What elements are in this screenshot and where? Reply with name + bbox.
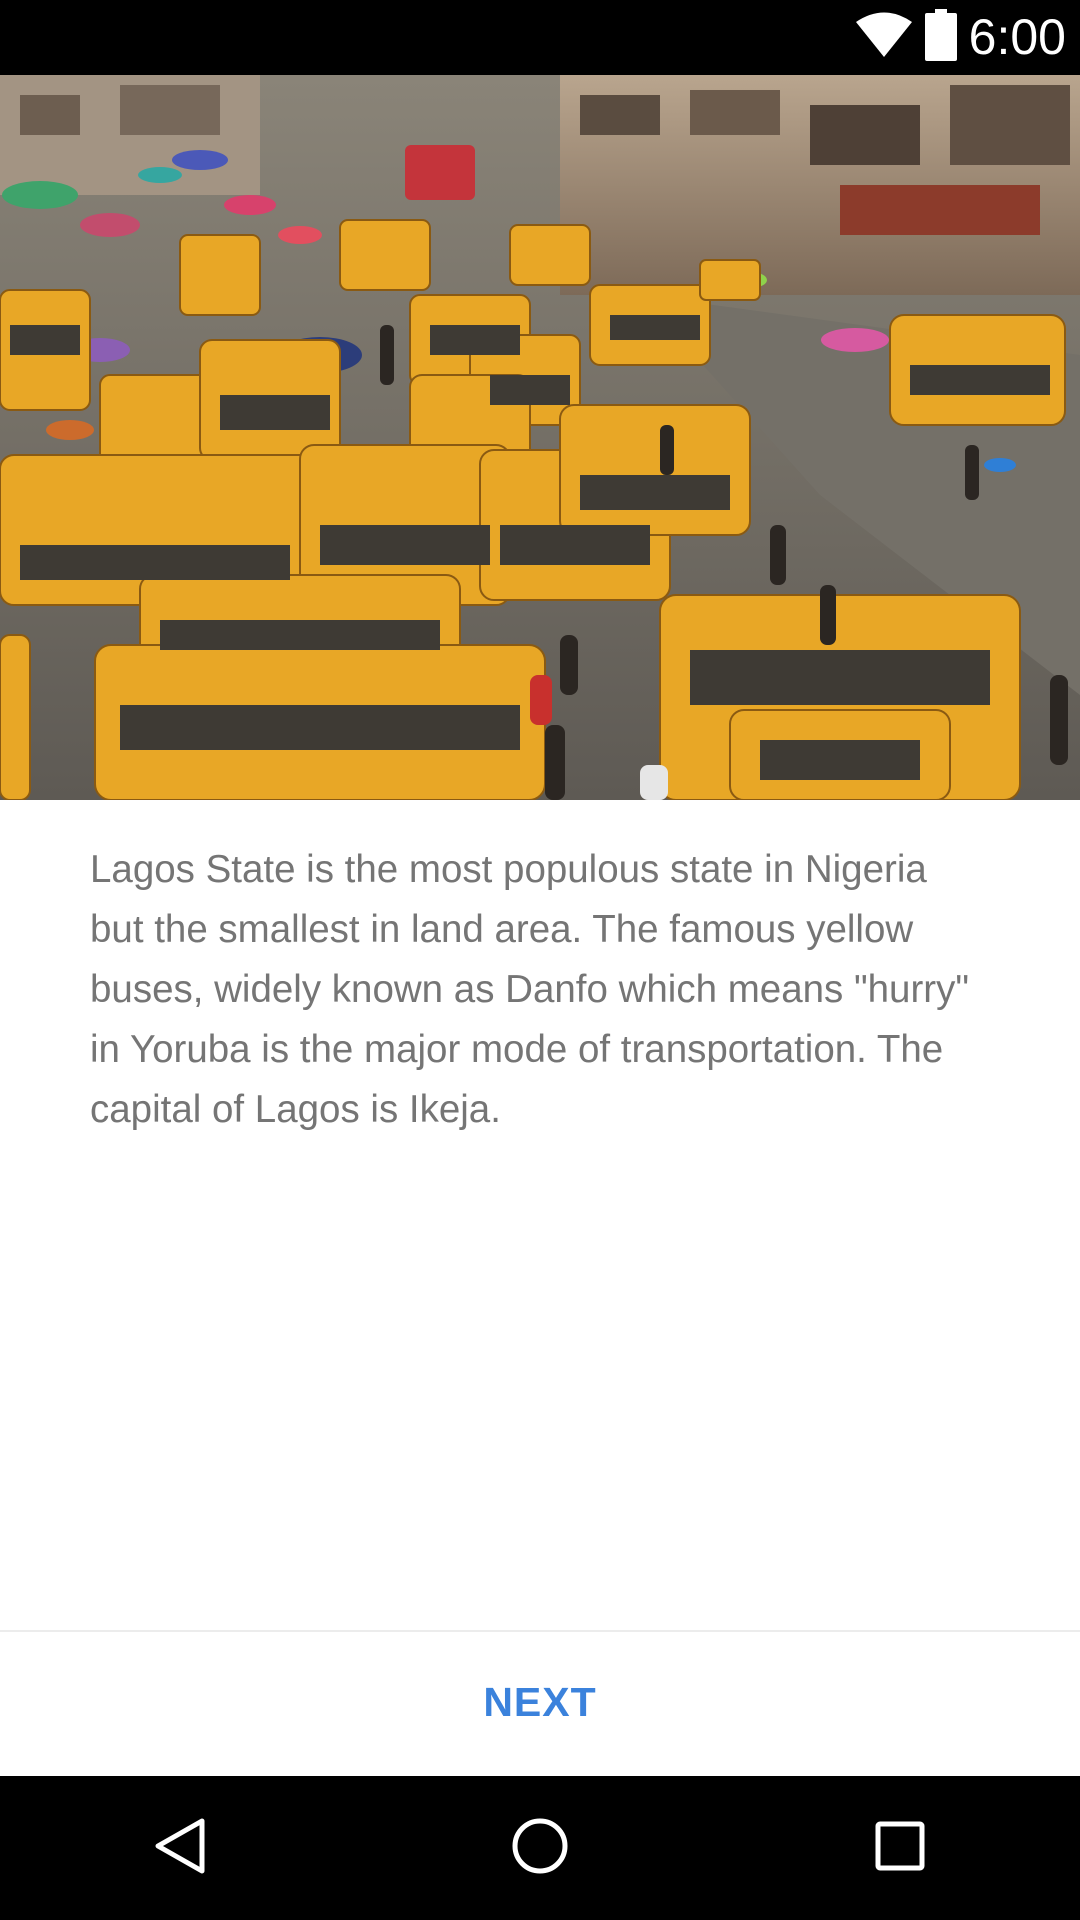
navigation-bar bbox=[0, 1776, 1080, 1920]
screen: 6:00 Lagos State is the most populous st… bbox=[0, 0, 1080, 1920]
lagos-bus-photo bbox=[0, 75, 1080, 800]
home-icon bbox=[510, 1816, 570, 1881]
next-button[interactable]: NEXT bbox=[390, 1650, 690, 1754]
home-button[interactable] bbox=[470, 1776, 610, 1920]
status-time: 6:00 bbox=[968, 9, 1066, 65]
divider bbox=[0, 1630, 1080, 1632]
recents-icon bbox=[874, 1820, 926, 1877]
status-bar: 6:00 bbox=[0, 0, 1080, 75]
description-text: Lagos State is the most populous state i… bbox=[90, 848, 970, 1131]
back-button[interactable] bbox=[110, 1776, 250, 1920]
status-icons: 6:00 bbox=[855, 0, 1066, 75]
back-icon bbox=[152, 1816, 208, 1881]
recents-button[interactable] bbox=[830, 1776, 970, 1920]
battery-icon bbox=[924, 9, 957, 66]
wifi-icon bbox=[855, 11, 913, 64]
